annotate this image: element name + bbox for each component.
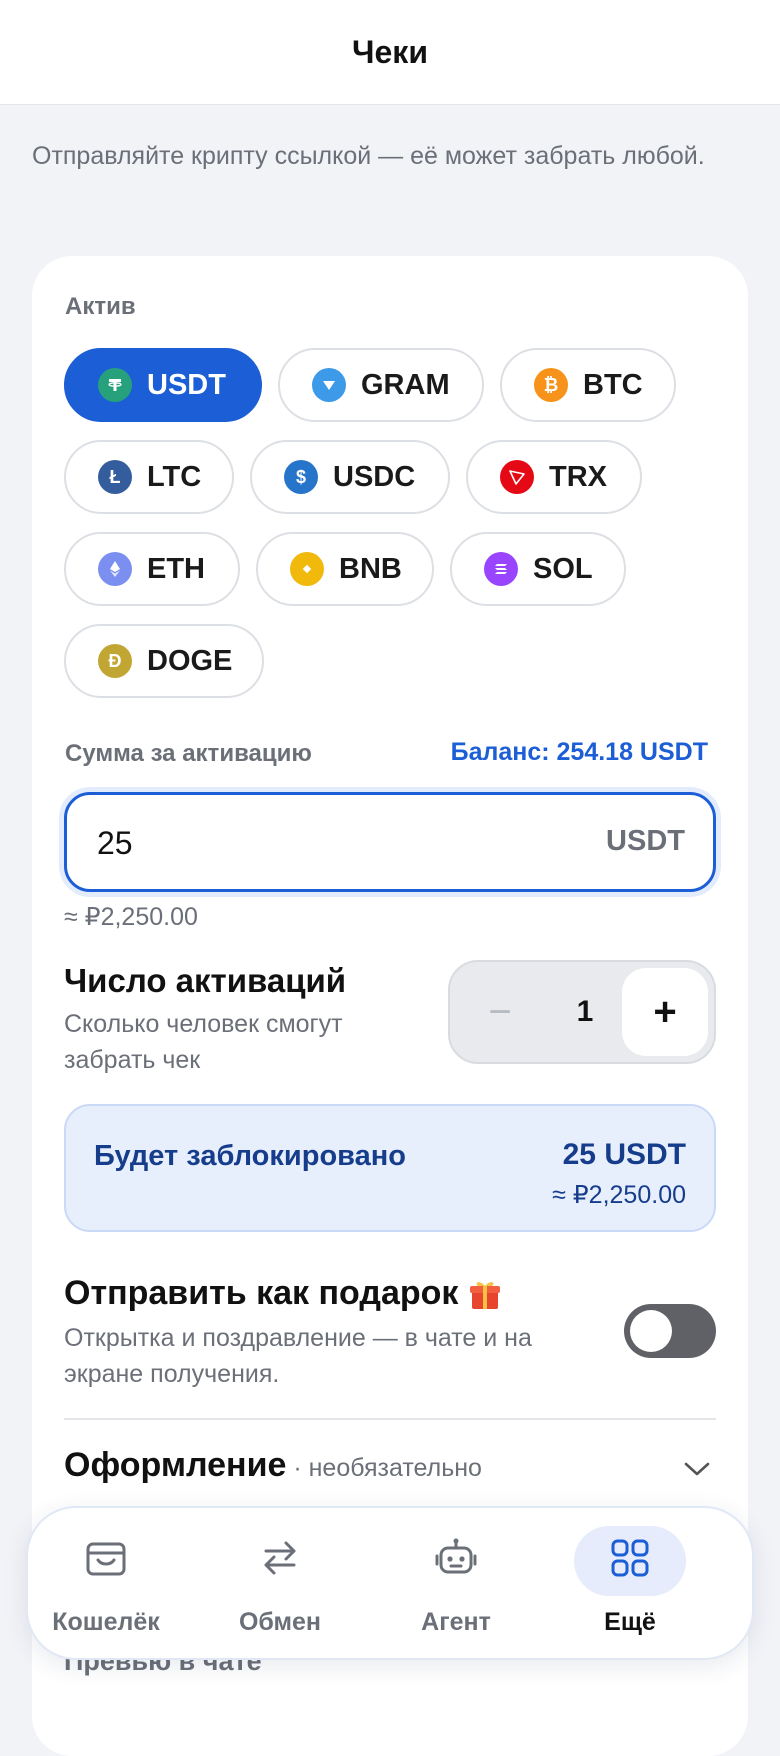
grid-icon [611,1539,649,1577]
asset-chip-label: TRX [549,460,607,493]
top-bar: Чеки [0,0,780,105]
decrement-button[interactable]: − [468,962,532,1062]
page-title: Чеки [352,33,428,70]
asset-chip-gram[interactable]: GRAM [278,348,484,422]
increment-button[interactable]: + [622,968,708,1056]
eth-icon [98,552,132,586]
gift-title: Отправить как подарок [64,1274,459,1312]
balance-link[interactable]: Баланс: 254.18 USDT [451,738,708,767]
asset-chip-doge[interactable]: Ð DOGE [64,624,264,698]
chevron-down-icon [682,1454,712,1489]
asset-chip-eth[interactable]: ETH [64,532,240,606]
design-optional-note: · необязательно [286,1454,482,1482]
asset-chip-usdt[interactable]: USDT [64,348,262,422]
usdt-icon [98,368,132,402]
exchange-icon [264,1541,296,1575]
asset-chip-label: DOGE [147,644,233,677]
amount-unit: USDT [606,825,685,857]
locked-amount: 25 USDT [562,1138,686,1171]
locked-summary: Будет заблокировано 25 USDT ≈ ₽2,250.00 [64,1104,716,1232]
activations-stepper: − 1 + [448,960,716,1064]
asset-chip-label: LTC [147,460,202,493]
locked-fiat: ≈ ₽2,250.00 [552,1181,686,1209]
bottom-tab-bar: Кошелёк Обмен Агент Ещё [26,1506,754,1660]
asset-chip-label: USDC [333,460,416,493]
asset-chip-bnb[interactable]: BNB [256,532,434,606]
toggle-knob [630,1310,672,1352]
usdc-icon: $ [284,460,318,494]
btc-icon: ₿ [534,368,568,402]
robot-icon [435,1538,477,1574]
asset-label: Актив [65,293,136,320]
locked-label: Будет заблокировано [94,1140,406,1172]
amount-field[interactable]: USDT [64,792,716,892]
tab-exchange[interactable]: Обмен [202,1508,372,1662]
amount-label: Сумма за активацию [65,740,312,767]
tab-wallet[interactable]: Кошелёк [28,1508,198,1662]
asset-chip-label: BTC [583,368,643,401]
tab-label: Агент [421,1608,491,1636]
gift-icon [468,1277,502,1311]
asset-chip-ltc[interactable]: Ł LTC [64,440,234,514]
gift-title-row: Отправить как подарок [64,1274,502,1313]
design-title: Оформление [64,1446,287,1484]
tab-label: Ещё [604,1608,656,1636]
wallet-icon [86,1542,126,1576]
divider [64,1418,716,1420]
trx-icon [500,460,534,494]
asset-chip-sol[interactable]: SOL [450,532,626,606]
ltc-icon: Ł [98,460,132,494]
doge-icon: Ð [98,644,132,678]
activations-subtitle: Сколько человек смогут забрать чек [64,1010,343,1074]
asset-chip-label: BNB [339,552,402,585]
tab-label: Кошелёк [52,1608,160,1636]
gift-subtitle: Открытка и поздравление — в чате и на эк… [64,1324,532,1388]
amount-fiat-approx: ≈ ₽2,250.00 [64,903,198,931]
asset-chip-trx[interactable]: TRX [466,440,642,514]
asset-chip-label: GRAM [361,368,450,401]
activations-title: Число активаций [64,962,347,999]
bnb-icon [290,552,324,586]
sol-icon [484,552,518,586]
activations-count: 1 [576,995,594,1028]
design-section-header[interactable]: Оформление · необязательно [64,1446,716,1496]
gram-icon [312,368,346,402]
tab-label: Обмен [238,1608,322,1636]
asset-chip-label: SOL [533,552,593,585]
intro-text: Отправляйте крипту ссылкой — её может за… [32,142,705,170]
gift-toggle[interactable] [624,1304,716,1358]
tab-agent[interactable]: Агент [378,1508,548,1662]
asset-chip-label: USDT [147,368,226,401]
asset-chip-label: ETH [147,552,205,585]
asset-chip-usdc[interactable]: $ USDC [250,440,450,514]
amount-input[interactable] [95,795,499,891]
tab-more[interactable]: Ещё [552,1508,722,1662]
asset-chip-btc[interactable]: ₿ BTC [500,348,676,422]
